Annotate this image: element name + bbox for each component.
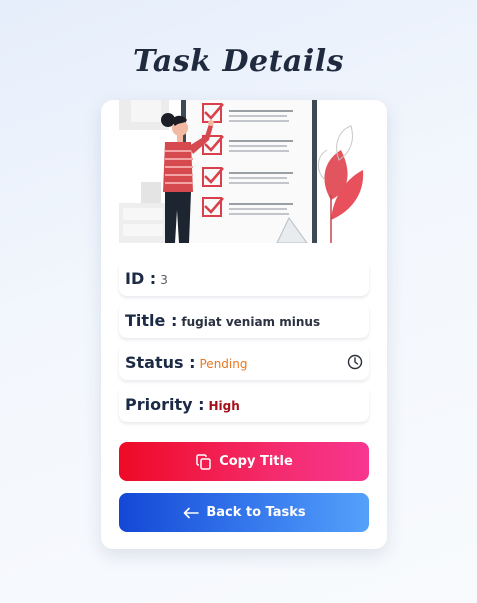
task-priority-row: Priority : High [119, 386, 369, 422]
task-details-card: ID : 3 Title : fugiat veniam minus Statu… [101, 100, 387, 549]
title-value: fugiat veniam minus [181, 315, 321, 329]
task-id-row: ID : 3 [119, 260, 369, 296]
task-checklist-illustration [119, 100, 367, 243]
copy-title-button[interactable]: Copy Title [119, 442, 369, 481]
status-label: Status : [125, 352, 196, 372]
task-title-row: Title : fugiat veniam minus [119, 302, 369, 338]
title-label: Title : [125, 310, 178, 330]
arrow-left-icon [182, 504, 200, 522]
page-title: Task Details [132, 44, 345, 79]
copy-title-label: Copy Title [219, 454, 293, 469]
copy-icon [195, 453, 213, 471]
priority-value: High [208, 399, 240, 413]
id-label: ID : [125, 268, 157, 288]
priority-label: Priority : [125, 394, 205, 414]
status-value: Pending [199, 357, 248, 371]
clock-icon [347, 354, 363, 370]
id-value: 3 [160, 273, 168, 287]
back-to-tasks-label: Back to Tasks [206, 505, 306, 520]
back-to-tasks-button[interactable]: Back to Tasks [119, 493, 369, 532]
task-status-row: Status : Pending [119, 344, 369, 380]
